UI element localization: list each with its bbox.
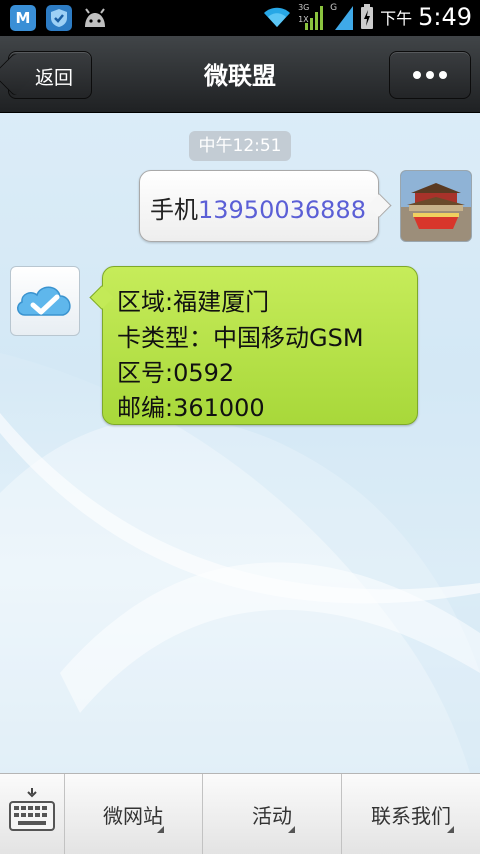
sent-message-text: 手机13950036888 [150, 190, 366, 225]
info-postal-code: 邮编:361000 [117, 394, 265, 422]
more-dots-icon [413, 71, 421, 79]
info-region: 区域:福建厦门 [117, 288, 270, 316]
more-button[interactable] [389, 51, 471, 99]
message-timestamp: 中午12:51 [189, 131, 291, 161]
android-icon [82, 5, 108, 31]
submenu-indicator-icon [447, 826, 454, 833]
info-card-type: 卡类型：中国移动GSM [117, 324, 364, 352]
bottom-menu-bar: 微网站 活动 联系我们 [0, 773, 480, 854]
palace-photo-avatar[interactable] [400, 170, 472, 242]
sent-message-bubble[interactable]: 手机13950036888 [139, 170, 379, 242]
status-time: 5:49 [418, 3, 472, 31]
sent-message-label: 手机 [150, 196, 198, 224]
wifi-icon [264, 7, 291, 27]
cloud-check-avatar[interactable] [10, 266, 80, 336]
signal-3g-icon: 3G 1X [298, 3, 324, 31]
menu-activities[interactable]: 活动 [203, 774, 342, 854]
shield-app-icon [46, 5, 72, 31]
system-icons: 3G 1X G 下午 5:49 [262, 3, 472, 31]
m-app-icon: M [10, 5, 36, 31]
more-dot [439, 71, 447, 79]
status-bar: M 3G 1X G 下午 5:49 [0, 0, 480, 36]
more-dot [426, 71, 434, 79]
received-message-bubble[interactable]: 区域:福建厦门 卡类型：中国移动GSM 区号:0592 邮编:361000 [102, 266, 418, 425]
submenu-indicator-icon [288, 826, 295, 833]
menu-micro-site-label: 微网站 [103, 804, 163, 828]
notification-icons: M [10, 5, 108, 31]
battery-charging-icon [361, 4, 374, 29]
submenu-indicator-icon [157, 826, 164, 833]
chat-area[interactable]: 中午12:51 手机13950036888 区域:福建厦门 卡类型：中国移动GS… [0, 113, 480, 773]
screen: M 3G 1X G 下午 5:49 返回 微联盟 中午12:51 手机13950… [0, 0, 480, 854]
menu-activities-label: 活动 [252, 804, 292, 828]
status-ampm: 下午 [380, 9, 413, 28]
menu-micro-site[interactable]: 微网站 [64, 774, 203, 854]
title-bar: 返回 微联盟 [0, 36, 480, 113]
menu-contact-us-label: 联系我们 [371, 804, 451, 828]
signal-g-icon: G [330, 3, 354, 31]
menu-contact-us[interactable]: 联系我们 [342, 774, 480, 854]
keyboard-icon [9, 788, 55, 831]
keyboard-toggle-button[interactable] [0, 774, 65, 854]
info-area-code: 区号:0592 [117, 359, 235, 387]
phone-number-link[interactable]: 13950036888 [198, 196, 366, 224]
